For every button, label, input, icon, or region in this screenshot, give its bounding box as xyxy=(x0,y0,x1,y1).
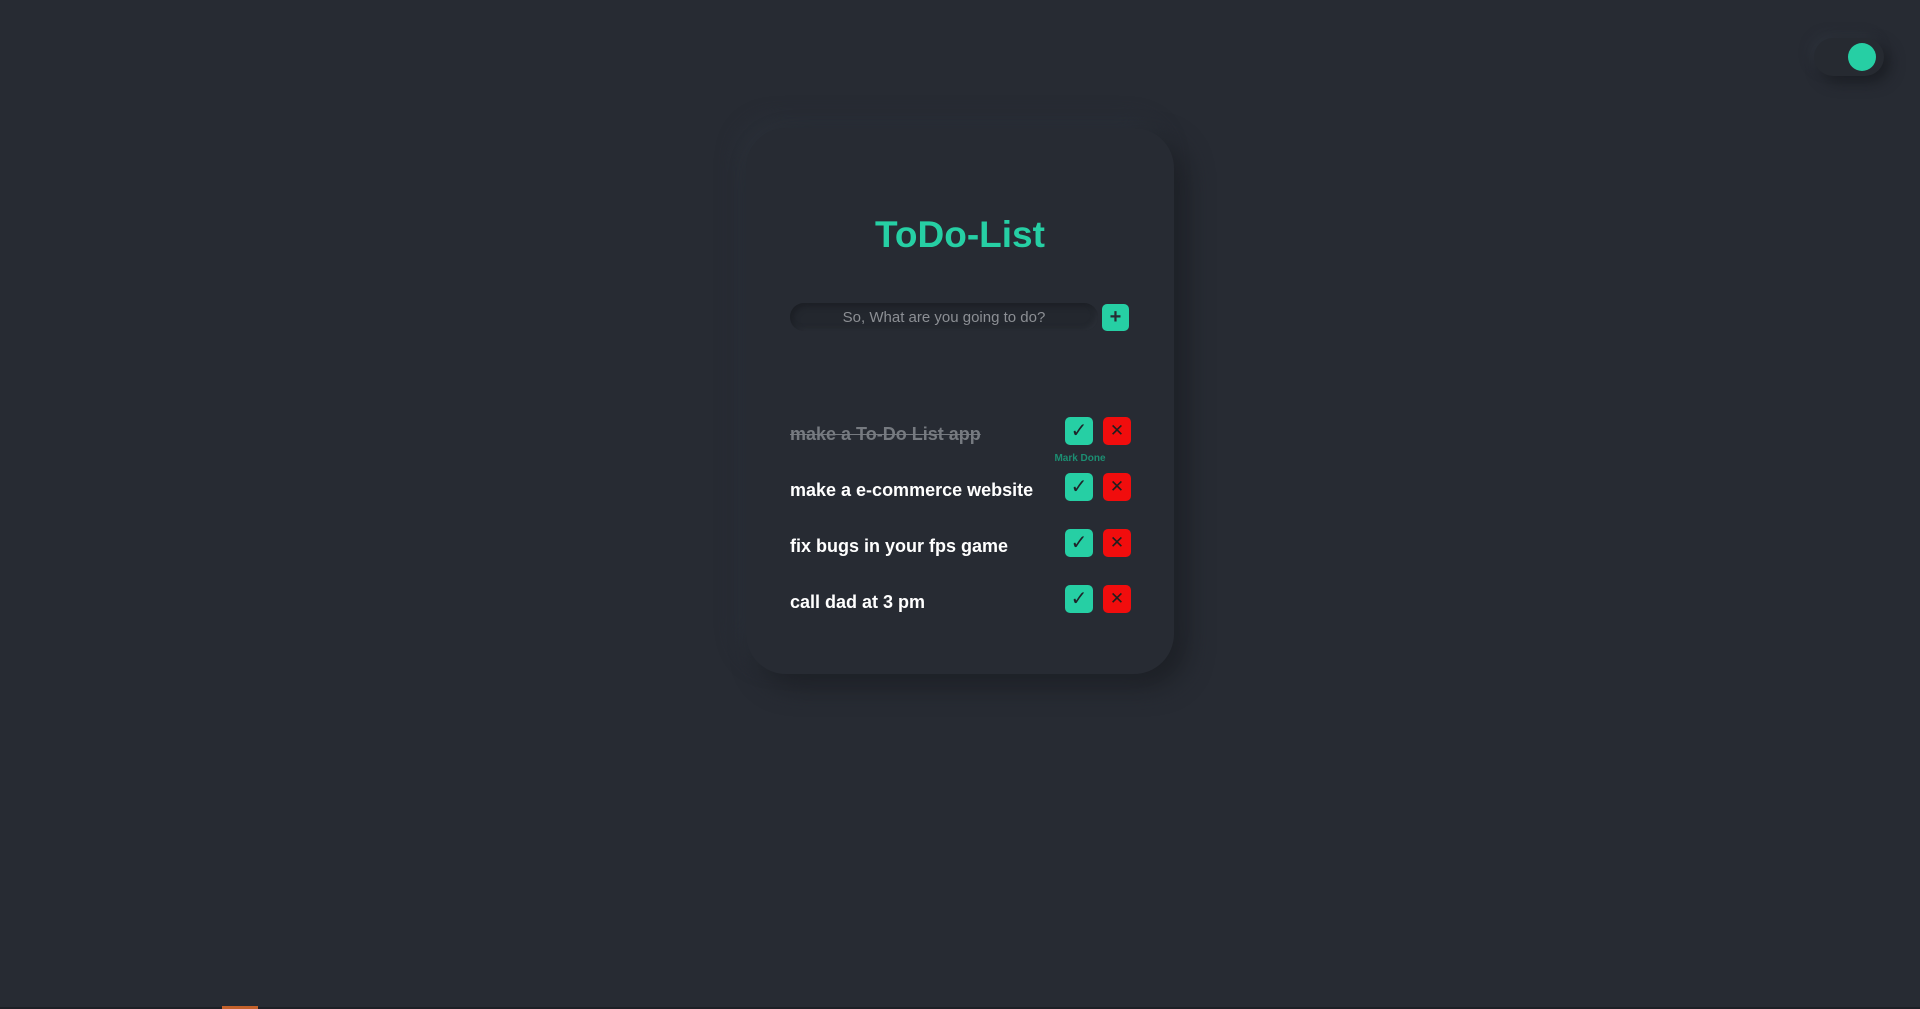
mark-done-button[interactable]: ✓ xyxy=(1065,529,1093,557)
check-icon: ✓ xyxy=(1070,476,1088,498)
mark-done-button[interactable]: ✓ xyxy=(1065,585,1093,613)
add-task-button[interactable]: + xyxy=(1102,304,1129,331)
new-task-input[interactable] xyxy=(790,303,1098,331)
task-text: fix bugs in your fps game xyxy=(790,536,1009,556)
theme-toggle-knob xyxy=(1848,43,1876,71)
delete-button[interactable]: ✕ xyxy=(1103,473,1131,501)
task-text: call dad at 3 pm xyxy=(790,592,926,612)
close-icon: ✕ xyxy=(1109,477,1125,496)
delete-button[interactable]: ✕ xyxy=(1103,585,1131,613)
close-icon: ✕ xyxy=(1109,589,1125,608)
todo-card: ToDo-List + make a To-Do List app ✓ ✕ ma… xyxy=(746,128,1174,674)
check-icon: ✓ xyxy=(1070,588,1088,610)
task-text: make a To-Do List app xyxy=(790,424,981,444)
task-item: call dad at 3 pm ✓ ✕ xyxy=(790,585,1131,641)
task-list: make a To-Do List app ✓ ✕ make a e-comme… xyxy=(790,417,1131,641)
plus-icon: + xyxy=(1109,306,1122,328)
mark-done-button[interactable]: ✓ xyxy=(1065,473,1093,501)
mark-done-button[interactable]: ✓ xyxy=(1065,417,1093,445)
check-icon: ✓ xyxy=(1070,420,1088,442)
new-task-row: + xyxy=(790,303,1130,332)
delete-button[interactable]: ✕ xyxy=(1103,529,1131,557)
close-icon: ✕ xyxy=(1109,421,1125,440)
delete-button[interactable]: ✕ xyxy=(1103,417,1131,445)
task-item: fix bugs in your fps game ✓ ✕ xyxy=(790,529,1131,585)
mark-done-tooltip: Mark Done xyxy=(1054,453,1106,464)
task-item: make a To-Do List app ✓ ✕ xyxy=(790,417,1131,473)
page-title: ToDo-List xyxy=(875,214,1045,255)
task-text: make a e-commerce website xyxy=(790,480,1034,500)
check-icon: ✓ xyxy=(1070,532,1088,554)
close-icon: ✕ xyxy=(1109,533,1125,552)
theme-toggle[interactable] xyxy=(1814,38,1884,76)
task-item: make a e-commerce website Mark Done ✓ ✕ xyxy=(790,453,1131,529)
